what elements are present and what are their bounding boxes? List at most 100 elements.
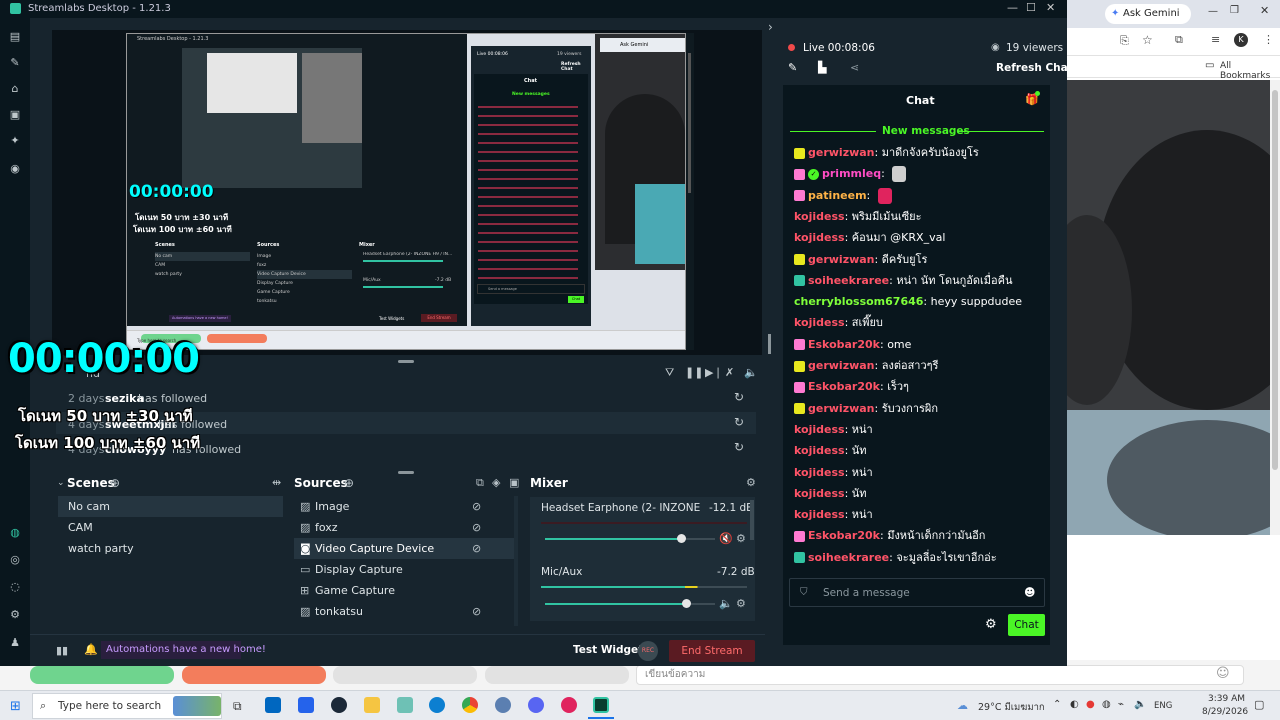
source-item[interactable]: ▨ foxz ⊘ <box>294 517 514 538</box>
clock-date[interactable]: 8/29/2026 <box>1202 707 1248 717</box>
scene-item[interactable]: No cam <box>58 496 283 517</box>
profile-avatar[interactable]: K <box>1234 33 1248 47</box>
edit-stream-icon[interactable]: ✎ <box>788 61 797 74</box>
chat-username[interactable]: primmleq <box>822 167 881 180</box>
editor-icon[interactable]: ▤ <box>9 31 21 43</box>
close-icon[interactable]: ✕ <box>1046 1 1055 14</box>
install-app-icon[interactable]: ⎘ <box>1120 34 1129 48</box>
chat-username[interactable]: kojidess <box>794 423 845 436</box>
chat-username[interactable]: gerwizwan <box>808 253 875 266</box>
file-explorer-icon[interactable] <box>364 697 380 713</box>
refresh-chat-button[interactable]: Refresh Chat <box>996 62 1073 74</box>
user-icon[interactable]: ♟ <box>9 637 21 649</box>
chat-username[interactable]: cherryblossom67646 <box>794 295 923 308</box>
tray-app-icon[interactable]: ◐ <box>1070 699 1079 710</box>
ai-sparkle-icon[interactable]: ✦ <box>9 135 21 147</box>
mixer-scrollbar[interactable] <box>750 500 754 540</box>
settings-gear-icon[interactable]: ⚙ <box>9 609 21 621</box>
chat-username[interactable]: kojidess <box>794 466 845 479</box>
source-lock-icon[interactable]: ◈ <box>492 476 500 489</box>
tray-chevron-icon[interactable]: ⌃ <box>1053 699 1061 710</box>
store-icon[interactable] <box>298 697 314 713</box>
source-item[interactable]: ◙ Video Capture Device ⊘ <box>294 538 514 559</box>
close-icon[interactable]: ✕ <box>1260 4 1269 17</box>
chat-username[interactable]: soiheekraree <box>808 551 889 564</box>
app-icon-2[interactable] <box>495 697 511 713</box>
language-indicator[interactable]: ENG <box>1154 701 1172 711</box>
chat-username[interactable]: Eskobar20k <box>808 529 880 542</box>
record-icon[interactable]: ◉ <box>9 163 21 175</box>
volume-slider-track[interactable] <box>545 599 715 608</box>
chat-input[interactable]: ⛉ Send a message ☻ <box>789 578 1045 607</box>
chat-username[interactable]: kojidess <box>794 444 845 457</box>
automations-notice[interactable]: Automations have a new home! <box>101 641 266 659</box>
source-item[interactable]: ▨ tonkatsu ⊘ <box>294 601 514 622</box>
add-scene-icon[interactable]: ⊕ <box>110 476 120 490</box>
replay-icon[interactable]: ↻ <box>734 440 744 454</box>
sources-scrollbar[interactable] <box>514 496 518 626</box>
chat-username[interactable]: kojidess <box>794 508 845 521</box>
minimize-icon[interactable]: — <box>1208 6 1218 17</box>
weather-text[interactable]: 29°C มีเมฆมาก <box>978 700 1045 715</box>
edge-icon[interactable] <box>429 697 445 713</box>
themes-icon[interactable]: ✎ <box>9 57 21 69</box>
ask-gemini-button[interactable]: ✦ Ask Gemini <box>1105 4 1191 24</box>
chat-username[interactable]: kojidess <box>794 210 845 223</box>
chat-username[interactable]: gerwizwan <box>808 146 875 159</box>
speaker-icon[interactable]: 🔈 <box>719 597 733 610</box>
chat-username[interactable]: patineem <box>808 189 867 202</box>
chat-username[interactable]: Eskobar20k <box>808 380 880 393</box>
clock-time[interactable]: 3:39 AM <box>1208 694 1245 704</box>
layers-icon[interactable]: ▣ <box>9 109 21 121</box>
mixer-settings-icon[interactable]: ⚙ <box>746 476 756 489</box>
emoji-icon[interactable]: ☻ <box>1024 586 1035 599</box>
scene-item[interactable]: watch party <box>58 538 283 559</box>
replay-icon[interactable]: ↻ <box>734 415 744 429</box>
send-chat-button[interactable]: Chat <box>1008 614 1045 636</box>
emoji-icon[interactable]: ☺ <box>1216 666 1230 681</box>
streamlabs-taskbar-icon[interactable] <box>593 697 609 713</box>
preview-resize-handle[interactable] <box>768 334 771 354</box>
network-icon[interactable]: ⌁ <box>1118 699 1124 710</box>
mute-alerts-icon[interactable]: ✗ <box>725 366 734 379</box>
chat-username[interactable]: soiheekraree <box>808 274 889 287</box>
scene-item[interactable]: CAM <box>58 517 283 538</box>
transition-icon[interactable]: ⇹ <box>272 476 281 489</box>
dashboard-icon[interactable]: ▙ <box>818 61 826 74</box>
volume-icon[interactable]: 🔈 <box>1134 699 1146 710</box>
filter-icon[interactable]: ⛛ <box>665 366 674 380</box>
source-item[interactable]: ▨ Image ⊘ <box>294 496 514 517</box>
chat-username[interactable]: gerwizwan <box>808 402 875 415</box>
source-folder-icon[interactable]: ▣ <box>509 476 519 489</box>
share-icon[interactable]: ⋖ <box>850 61 859 74</box>
task-view-icon[interactable]: ⧉ <box>233 699 242 714</box>
add-source-icon[interactable]: ⊕ <box>344 476 354 490</box>
skip-icon[interactable]: ▶❘ <box>705 366 723 379</box>
replay-buffer-icon[interactable]: REC <box>638 641 658 661</box>
star-icon[interactable]: ☆ <box>1142 33 1153 47</box>
restore-icon[interactable]: ❐ <box>1230 5 1239 16</box>
windows-start-icon[interactable]: ⊞ <box>10 699 21 714</box>
taskbar-search[interactable]: ⌕ Type here to search <box>32 693 222 719</box>
notification-bell-icon[interactable]: 🔔 <box>84 643 98 656</box>
volume-slider-track[interactable] <box>545 534 715 543</box>
tray-record-icon[interactable]: ● <box>1086 699 1095 710</box>
cloudbot-icon[interactable]: ◎ <box>9 554 21 566</box>
performance-icon[interactable]: ▮▮ <box>56 644 68 657</box>
chat-username[interactable]: kojidess <box>794 316 845 329</box>
replay-icon[interactable]: ↻ <box>734 390 744 404</box>
extensions-icon[interactable]: ⧉ <box>1175 33 1183 47</box>
alertbox-icon[interactable]: ◌ <box>9 581 21 593</box>
collapse-chevron-icon[interactable]: ⌄ <box>57 478 65 488</box>
eye-slash-icon[interactable]: ⊘ <box>472 538 481 559</box>
app-icon-3[interactable] <box>561 697 577 713</box>
discord-icon[interactable] <box>528 697 544 713</box>
source-group-icon[interactable]: ⧉ <box>476 476 484 490</box>
store-icon[interactable]: ⌂ <box>9 83 21 95</box>
chat-username[interactable]: gerwizwan <box>808 359 875 372</box>
all-bookmarks-link[interactable]: All Bookmarks <box>1220 61 1280 81</box>
chevron-right-icon[interactable]: › <box>768 20 773 34</box>
chat-username[interactable]: kojidess <box>794 487 845 500</box>
channel-settings-icon[interactable]: ⚙ <box>736 597 746 610</box>
chrome-icon[interactable] <box>462 697 478 713</box>
